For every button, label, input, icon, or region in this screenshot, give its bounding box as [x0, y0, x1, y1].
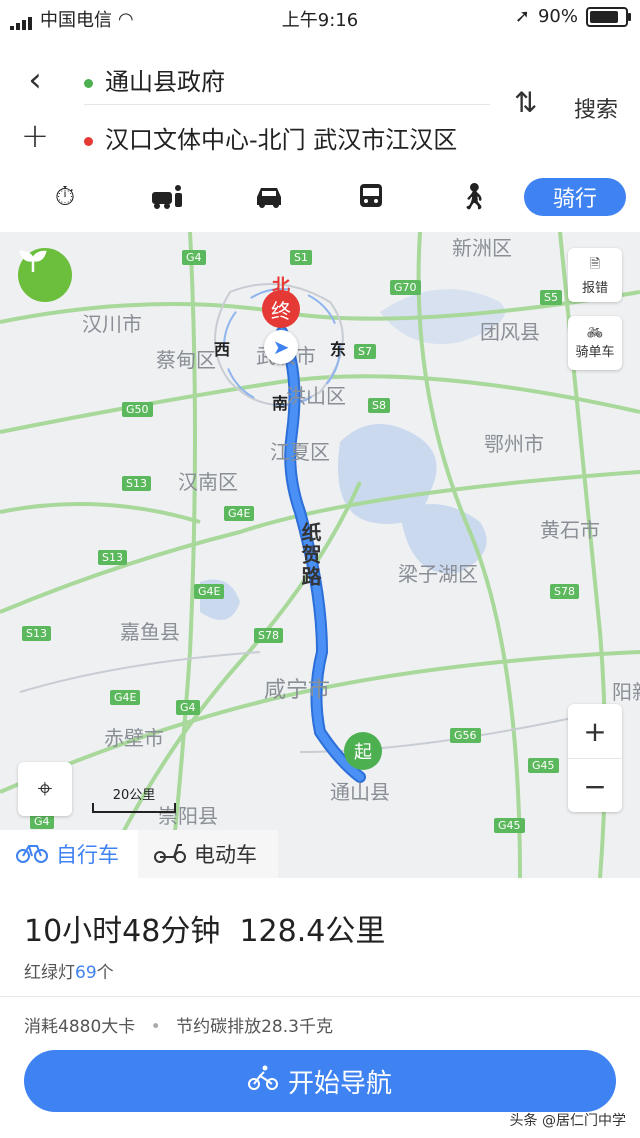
highway-shield: S78 — [550, 584, 579, 599]
origin-field[interactable]: 通山县政府 — [84, 62, 225, 97]
map-label: 汉南区 — [178, 470, 238, 494]
vehicle-tabs: 自行车 电动车 — [0, 830, 640, 878]
location-arrow-icon: ➤ — [264, 330, 298, 364]
highway-shield: G70 — [390, 280, 421, 295]
origin-dot-icon — [84, 78, 93, 88]
walk-icon[interactable]: 🚶︎ — [458, 178, 491, 216]
highway-shield: G50 — [122, 402, 153, 417]
stopwatch-icon[interactable]: ⏱ — [48, 178, 82, 216]
compass-east: 东 — [330, 340, 347, 359]
map-label: 嘉鱼县 — [120, 620, 180, 644]
map-label: 阳新 — [612, 680, 640, 704]
highway-shield: G4E — [110, 690, 141, 705]
road-name: 纸贺路 — [298, 522, 322, 588]
zoom-control: + − — [568, 704, 622, 812]
tab-bicycle[interactable]: 自行车 — [0, 830, 138, 878]
cyclist-icon — [247, 1065, 278, 1098]
divider — [0, 996, 640, 997]
locate-button[interactable]: ⌖ — [18, 762, 72, 816]
highway-shield: S8 — [368, 398, 390, 413]
highway-shield: S78 — [254, 628, 283, 643]
swap-button[interactable]: ⇅ — [514, 86, 537, 119]
tab-ebike[interactable]: 电动车 — [138, 830, 278, 878]
compass-south: 南 — [272, 394, 289, 413]
highway-shield: S1 — [290, 250, 312, 265]
map-label: 江夏区 — [270, 440, 330, 464]
location-arrow-icon: ➚ — [514, 6, 530, 27]
map-label: 通山县 — [330, 780, 390, 804]
highway-shield: G4E — [224, 506, 255, 521]
report-icon: 🗎︎ — [589, 256, 601, 272]
bus-icon[interactable] — [356, 178, 386, 216]
start-navigation-button[interactable]: 开始导航 — [24, 1050, 616, 1112]
highway-shield: G4 — [30, 814, 54, 829]
divider — [84, 104, 490, 105]
battery-icon — [586, 6, 631, 27]
car-people-icon[interactable] — [150, 178, 186, 216]
zoom-out-button[interactable]: − — [568, 758, 622, 813]
route-stats: 消耗4880大卡 • 节约碳排放28.3千克 — [24, 1017, 333, 1037]
search-button[interactable]: 搜索 — [574, 92, 618, 124]
highway-shield: G45 — [528, 758, 559, 773]
highway-shield: S5 — [540, 290, 562, 305]
zoom-in-button[interactable]: + — [568, 704, 622, 758]
shared-bike-button[interactable]: 🚲︎ 骑单车 — [568, 316, 622, 370]
bike-icon: 🚲︎ — [586, 326, 604, 341]
route-duration-distance: 10小时48分钟 128.4公里 — [24, 914, 386, 949]
leaf-icon[interactable] — [18, 248, 72, 302]
map-label: 团风县 — [480, 320, 540, 344]
start-marker[interactable]: 起 — [344, 732, 382, 770]
compass-west: 西 — [214, 340, 231, 359]
travel-mode-bar: ⏱ 🚶︎ 骑行 — [0, 178, 640, 218]
bicycle-icon — [16, 841, 48, 868]
report-button[interactable]: 🗎︎ 报错 — [568, 248, 622, 302]
traffic-lights: 红绿灯69个 — [24, 963, 114, 983]
map-label: 黄石市 — [540, 518, 600, 542]
map-label: 蔡甸区 — [156, 348, 216, 372]
crosshair-icon: ⌖ — [37, 773, 53, 804]
highway-shield: G4 — [182, 250, 206, 265]
route-summary: 10小时48分钟 128.4公里 红绿灯69个 消耗4880大卡 • 节约碳排放… — [0, 878, 640, 1138]
scooter-icon — [154, 841, 186, 868]
battery-percent: 90% — [537, 6, 578, 27]
watermark: 头条 @居仁门中学 — [509, 1113, 626, 1129]
tab-cycle[interactable]: 骑行 — [524, 178, 626, 216]
status-bar: 中国电信 ◠ 上午9:16 ➚ 90% — [0, 0, 640, 34]
map-view[interactable]: 新洲区 汉川市 蔡甸区 武汉市 洪山区 团风县 鄂州市 江夏区 汉南区 黄石市 … — [0, 232, 640, 878]
add-waypoint-button[interactable]: + — [20, 116, 50, 156]
scale-bar: 20公里 — [92, 784, 176, 813]
map-label: 鄂州市 — [484, 432, 544, 456]
highway-shield: S13 — [22, 626, 51, 641]
destination-field[interactable]: 汉口文体中心-北门 武汉市江汉区 — [84, 120, 457, 155]
map-label: 新洲区 — [452, 236, 512, 260]
destination-dot-icon — [84, 136, 93, 146]
map-label: 赤壁市 — [104, 726, 164, 750]
back-button[interactable]: ‹ — [20, 60, 50, 100]
map-label: 汉川市 — [82, 312, 142, 336]
car-icon[interactable] — [252, 178, 286, 216]
highway-shield: G4E — [194, 584, 225, 599]
route-header: ‹ + 通山县政府 汉口文体中心-北门 武汉市江汉区 ⇅ 搜索 — [0, 46, 640, 166]
map-label: 洪山区 — [286, 384, 346, 408]
map-label: 咸宁市 — [264, 678, 331, 703]
highway-shield: G4 — [176, 700, 200, 715]
end-marker[interactable]: 终 — [262, 290, 300, 328]
highway-shield: S13 — [98, 550, 127, 565]
highway-shield: S13 — [122, 476, 151, 491]
highway-shield: S7 — [354, 344, 376, 359]
map-label: 梁子湖区 — [398, 562, 478, 586]
highway-shield: G56 — [450, 728, 481, 743]
